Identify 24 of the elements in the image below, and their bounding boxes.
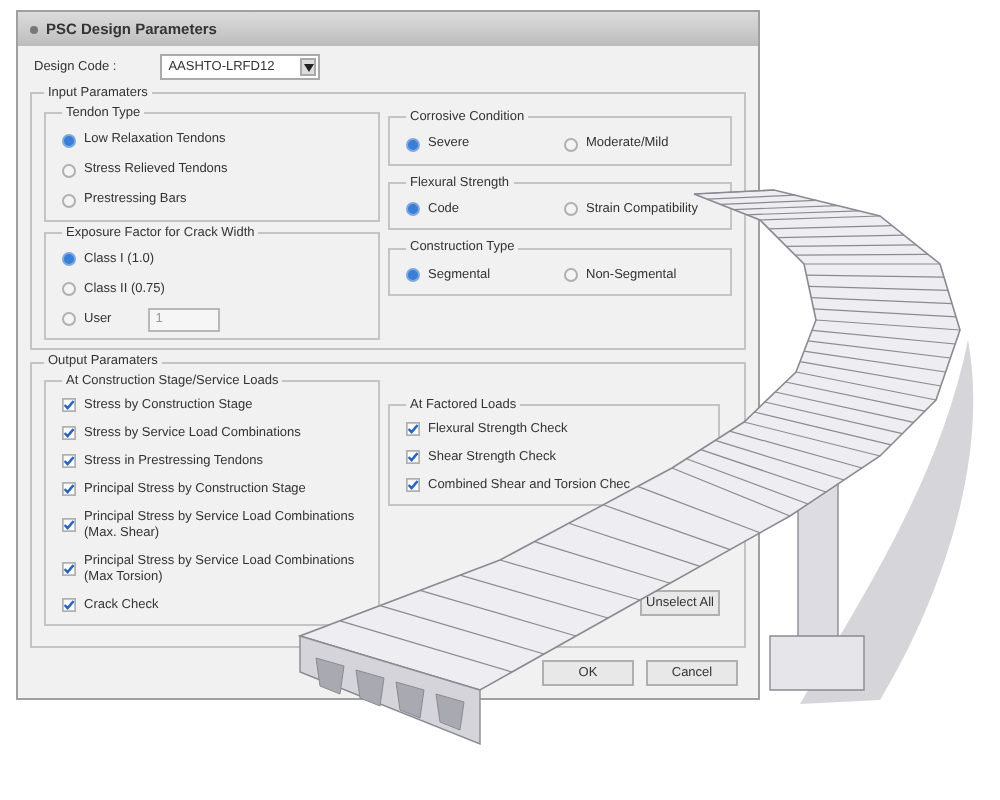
checkbox[interactable]	[406, 478, 420, 493]
radio-button[interactable]	[564, 202, 578, 217]
radio-button[interactable]	[62, 252, 76, 267]
radio-button[interactable]	[62, 193, 76, 207]
checkbox[interactable]	[62, 598, 76, 613]
radio-button[interactable]	[564, 268, 578, 282]
window-icon	[30, 25, 38, 33]
checkbox[interactable]	[62, 518, 76, 533]
checkbox[interactable]	[62, 398, 76, 413]
radio-button[interactable]	[406, 202, 420, 217]
checkbox[interactable]	[406, 450, 420, 465]
radio-button[interactable]	[406, 268, 420, 282]
checkbox[interactable]	[62, 482, 76, 497]
radio-button[interactable]	[62, 163, 76, 177]
checkbox[interactable]	[406, 422, 420, 437]
checkbox[interactable]	[62, 454, 76, 469]
radio-button[interactable]	[62, 133, 76, 147]
checkbox[interactable]	[62, 562, 76, 577]
radio-button[interactable]	[62, 312, 76, 327]
checkbox[interactable]	[62, 426, 76, 441]
dropdown-caret-icon	[300, 58, 317, 76]
radio-button[interactable]	[564, 137, 578, 151]
radio-button[interactable]	[406, 137, 420, 151]
radio-button[interactable]	[62, 282, 76, 297]
